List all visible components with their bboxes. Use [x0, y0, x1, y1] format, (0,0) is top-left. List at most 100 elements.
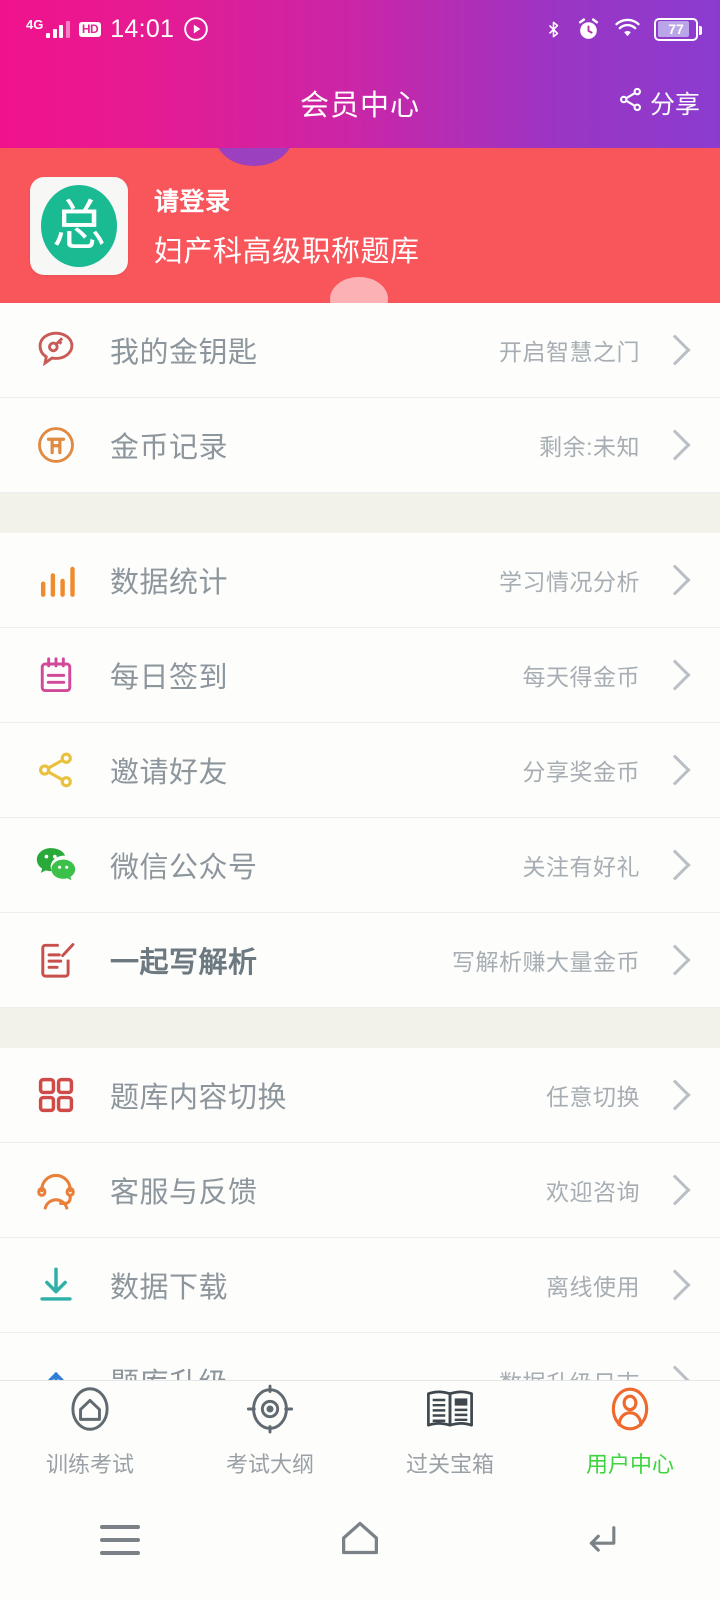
chevron-right-icon	[659, 1269, 691, 1301]
tab-训练考试[interactable]: 训练考试	[0, 1381, 180, 1480]
app-title-bar: 会员中心 分享	[0, 58, 720, 148]
menu-item-label: 金币记录	[110, 432, 229, 464]
battery-level-label: 77	[668, 21, 684, 37]
tab-label: 用户中心	[585, 1452, 674, 1477]
wechat-icon	[30, 839, 82, 891]
user-profile-icon	[603, 1382, 657, 1441]
hd-badge: HD	[78, 21, 102, 37]
tab-用户中心[interactable]: 用户中心	[540, 1381, 720, 1480]
bluetooth-icon	[544, 17, 563, 42]
status-bar: 4G HD 14:01 77	[0, 0, 720, 58]
android-navigation-bar	[0, 1480, 720, 1600]
menu-item-row[interactable]: 题库内容切换 任意切换	[0, 1048, 720, 1143]
play-circle-icon	[183, 16, 209, 42]
chevron-right-icon	[659, 334, 691, 366]
target-icon	[243, 1382, 297, 1441]
chevron-right-icon	[659, 849, 691, 881]
menu-item-row[interactable]: 客服与反馈 欢迎咨询	[0, 1143, 720, 1238]
chevron-right-icon	[659, 429, 691, 461]
android-back-button[interactable]	[480, 1519, 720, 1562]
back-icon	[579, 1519, 621, 1562]
menu-item-row[interactable]: 邀请好友 分享奖金币	[0, 723, 720, 818]
menu-item-label: 一起写解析	[110, 947, 258, 979]
decorative-blob-top	[215, 148, 293, 166]
chevron-right-icon	[659, 944, 691, 976]
tab-label: 考试大纲	[225, 1452, 314, 1477]
signal-bars-icon	[46, 20, 70, 38]
share-label: 分享	[649, 91, 700, 119]
menu-item-value: 写解析赚大量金币	[452, 949, 640, 975]
menu-item-value: 学习情况分析	[499, 569, 640, 595]
login-prompt[interactable]: 请登录	[154, 182, 420, 218]
alarm-clock-icon	[576, 17, 601, 42]
menu-icon	[100, 1525, 140, 1555]
menu-item-row[interactable]: 金币记录 剩余:未知	[0, 398, 720, 493]
bottom-tab-bar: 训练考试 考试大纲 过关宝箱 用户中心	[0, 1380, 720, 1480]
chevron-right-icon	[659, 1174, 691, 1206]
wifi-icon	[614, 18, 641, 40]
settings-menu-list: 我的金钥匙 开启智慧之门 金币记录 剩余:未知 数据统计 学习情况分析 每日签到 每天得…	[0, 303, 720, 1428]
menu-item-label: 每日签到	[110, 662, 229, 694]
menu-item-row[interactable]: 微信公众号 关注有好礼	[0, 818, 720, 913]
menu-item-value: 分享奖金币	[522, 759, 640, 785]
menu-item-value: 剩余:未知	[539, 434, 640, 460]
menu-item-label: 微信公众号	[110, 852, 258, 884]
tab-过关宝箱[interactable]: 过关宝箱	[360, 1381, 540, 1480]
headset-icon	[30, 1164, 82, 1216]
app-logo-circle: 总	[41, 184, 117, 267]
share-nodes-icon	[30, 744, 82, 796]
status-bar-right: 77	[544, 17, 702, 42]
menu-item-row[interactable]: 数据统计 学习情况分析	[0, 533, 720, 628]
status-bar-clock: 14:01	[110, 14, 175, 43]
coin-icon	[30, 419, 82, 471]
menu-item-label: 客服与反馈	[110, 1177, 258, 1209]
share-icon	[617, 86, 644, 120]
menu-item-value: 每天得金币	[522, 664, 640, 690]
menu-item-value: 关注有好礼	[522, 854, 640, 880]
calendar-icon	[30, 649, 82, 701]
tab-label: 训练考试	[45, 1452, 134, 1477]
menu-item-row[interactable]: 每日签到 每天得金币	[0, 628, 720, 723]
menu-item-label: 我的金钥匙	[110, 337, 258, 369]
download-icon	[30, 1259, 82, 1311]
home-icon	[337, 1518, 383, 1563]
chevron-right-icon	[659, 564, 691, 596]
menu-item-value: 离线使用	[546, 1274, 640, 1300]
page-title: 会员中心	[299, 90, 420, 122]
app-logo-glyph: 总	[52, 193, 106, 257]
menu-item-value: 开启智慧之门	[499, 339, 640, 365]
network-type-label: 4G	[26, 17, 44, 32]
chevron-right-icon	[659, 1079, 691, 1111]
status-bar-left: 4G HD 14:01	[26, 15, 209, 44]
chevron-right-icon	[659, 659, 691, 691]
key-bubble-icon	[30, 324, 82, 376]
edit-note-icon	[30, 934, 82, 986]
android-home-button[interactable]	[240, 1518, 480, 1563]
profile-text-block: 请登录 妇产科高级职称题库	[154, 182, 420, 270]
chevron-right-icon	[659, 754, 691, 786]
menu-item-label: 邀请好友	[110, 757, 229, 789]
menu-item-value: 欢迎咨询	[546, 1179, 640, 1205]
share-button[interactable]: 分享	[617, 85, 700, 121]
menu-item-label: 题库内容切换	[110, 1082, 288, 1114]
grid-icon	[30, 1069, 82, 1121]
avatar[interactable]: 总	[30, 176, 128, 275]
menu-item-row[interactable]: 一起写解析 写解析赚大量金币	[0, 913, 720, 1008]
menu-item-value: 任意切换	[546, 1084, 640, 1110]
menu-item-row[interactable]: 我的金钥匙 开启智慧之门	[0, 303, 720, 398]
profile-header[interactable]: 总 请登录 妇产科高级职称题库	[0, 148, 720, 303]
menu-item-label: 数据下载	[110, 1272, 229, 1304]
decorative-blob-bottom	[330, 277, 388, 303]
menu-group-spacer	[0, 1008, 720, 1048]
tab-label: 过关宝箱	[405, 1452, 494, 1477]
android-menu-button[interactable]	[0, 1525, 240, 1555]
tab-考试大纲[interactable]: 考试大纲	[180, 1381, 360, 1480]
menu-group-spacer	[0, 493, 720, 533]
menu-item-label: 数据统计	[110, 567, 229, 599]
newspaper-icon	[423, 1382, 477, 1441]
question-bank-name: 妇产科高级职称题库	[154, 235, 420, 268]
battery-indicator: 77	[654, 17, 702, 41]
bar-chart-icon	[30, 554, 82, 606]
home-shield-icon	[63, 1382, 117, 1441]
menu-item-row[interactable]: 数据下载 离线使用	[0, 1238, 720, 1333]
